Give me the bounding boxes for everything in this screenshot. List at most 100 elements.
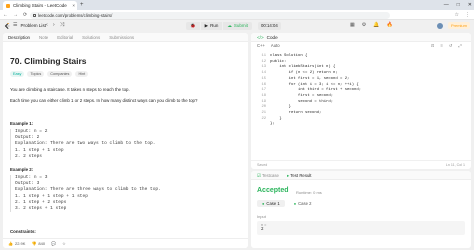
- difficulty-badge: Easy: [10, 71, 25, 77]
- case-1-tab[interactable]: ● Case 1: [257, 200, 285, 207]
- input-heading: Input: [257, 214, 266, 219]
- code-panel-header: </> Code: [251, 33, 471, 42]
- description-footer: 👍 22.9K 👎 840 💬 ☆: [3, 238, 248, 248]
- tab-submissions[interactable]: Submissions: [109, 33, 134, 41]
- star-icon: ☆: [62, 240, 66, 246]
- prev-problem-icon[interactable]: ‹: [46, 20, 48, 31]
- bookmark-star-icon[interactable]: ☆: [455, 10, 459, 20]
- close-window-icon[interactable]: ✕: [468, 0, 472, 10]
- run-submit-bar: 🐞 ▶ Run ☁ Submit: [186, 21, 252, 30]
- forward-icon[interactable]: →: [13, 10, 18, 20]
- browser-tab[interactable]: Climbing Stairs - LeetCode ×: [3, 1, 77, 10]
- topics-tag[interactable]: Topics: [27, 71, 45, 77]
- mode-select[interactable]: Auto: [271, 42, 280, 50]
- debug-button[interactable]: 🐞: [186, 21, 200, 30]
- browser-toolbar-icons: ☆ ⋮: [455, 10, 470, 20]
- problem-statement-1: You are climbing a staircase. It takes n…: [10, 87, 130, 92]
- code-toolbar-icons: ⊡ ≡ ↺ ⤢: [431, 42, 462, 50]
- tab-note[interactable]: Note: [39, 33, 48, 41]
- case-2-tab[interactable]: ● Case 2: [289, 200, 317, 207]
- minimize-icon[interactable]: —: [444, 0, 449, 10]
- settings-gear-icon[interactable]: ⚙: [362, 20, 366, 31]
- leetcode-logo-icon[interactable]: [4, 22, 10, 29]
- format-icon[interactable]: ≡: [441, 42, 443, 50]
- line-number: 11: [261, 54, 266, 58]
- code-line: for (int i = 3; i <= n; ++i) {: [270, 82, 359, 87]
- reload-icon[interactable]: ⟳: [23, 10, 27, 20]
- code-line: }: [270, 116, 282, 121]
- terminal-icon: ▸: [286, 173, 290, 178]
- code-line: }: [270, 105, 292, 110]
- line-number: 21: [261, 111, 266, 116]
- bug-icon: 🐞: [190, 22, 196, 28]
- like-button[interactable]: 👍 22.9K: [8, 239, 25, 248]
- code-panel-title: Code: [266, 35, 278, 40]
- back-icon[interactable]: ←: [3, 10, 8, 20]
- close-tab-icon[interactable]: ×: [72, 1, 75, 10]
- constraints-heading: Constraints:: [10, 229, 36, 234]
- run-button[interactable]: ▶ Run: [200, 21, 223, 30]
- submit-button[interactable]: ☁ Submit: [223, 21, 252, 30]
- line-number: 16: [261, 82, 266, 87]
- tab-testcase[interactable]: ☑ Testcase: [257, 171, 279, 179]
- code-line: class Solution {: [270, 54, 308, 58]
- timer-display[interactable]: 00:14:04: [258, 21, 281, 30]
- dislike-count: 840: [38, 240, 46, 246]
- leetcode-favicon-icon: [6, 3, 10, 8]
- example-line: Explanation: There are three ways to cli…: [15, 187, 161, 193]
- notification-bell-icon[interactable]: 🔔: [373, 20, 379, 31]
- url-text: leetcode.com/problems/climbing-stairs/: [38, 12, 113, 18]
- fullscreen-icon[interactable]: ⤢: [458, 42, 461, 50]
- line-number: 15: [261, 76, 266, 81]
- thumbs-up-icon: 👍: [8, 240, 13, 246]
- code-line: first = second;: [270, 93, 334, 98]
- maximize-icon[interactable]: □: [457, 0, 460, 10]
- reset-icon[interactable]: ↺: [449, 42, 453, 50]
- next-problem-icon[interactable]: ›: [53, 20, 55, 31]
- tab-test-result-label: Test Result: [290, 173, 312, 178]
- example-2-heading: Example 2:: [10, 167, 34, 172]
- editor-status-bar: Saved Ln 11, Col 1: [251, 160, 471, 169]
- new-tab-button[interactable]: +: [80, 1, 84, 10]
- thumbs-down-icon: 👎: [31, 240, 37, 246]
- cursor-position: Ln 11, Col 1: [445, 163, 465, 167]
- comments-button[interactable]: 💬: [51, 239, 56, 248]
- line-number: 14: [261, 71, 266, 76]
- language-select[interactable]: C++: [257, 42, 265, 50]
- browser-menu-icon[interactable]: ⋮: [465, 10, 470, 20]
- code-line: if (n <= 2) return n;: [270, 71, 338, 76]
- url-bar[interactable]: leetcode.com/problems/climbing-stairs/: [30, 11, 390, 19]
- code-icon: </>: [257, 35, 264, 40]
- companies-tag[interactable]: Companies: [47, 71, 73, 77]
- problem-tags: Easy Topics Companies Hint: [10, 71, 89, 77]
- tab-editorial[interactable]: Editorial: [57, 33, 73, 41]
- code-editor[interactable]: class Solution { public: int climbStairs…: [270, 54, 361, 128]
- favorite-button[interactable]: ☆: [62, 239, 66, 248]
- code-line: second = third;: [270, 99, 334, 104]
- hint-tag[interactable]: Hint: [75, 71, 89, 77]
- dislike-button[interactable]: 👎 840: [31, 239, 45, 248]
- case-label: Case 1: [266, 201, 280, 206]
- problem-title[interactable]: 70. Climbing Stairs: [10, 56, 87, 66]
- example-line: Output: 3: [15, 181, 40, 187]
- tab-testcase-label: Testcase: [261, 173, 279, 178]
- line-number: 13: [261, 65, 266, 70]
- runtime-label: Runtime: 0 ms: [296, 189, 322, 195]
- problem-nav: ‹ › ⤨: [46, 20, 64, 31]
- streak-fire-icon[interactable]: 🔥: [386, 20, 392, 31]
- avatar[interactable]: [437, 22, 443, 29]
- random-problem-icon[interactable]: ⤨: [60, 20, 64, 31]
- tab-solutions[interactable]: Solutions: [82, 33, 100, 41]
- code-panel: </> Code C++ Auto ⊡ ≡ ↺ ⤢ 11 12 13 14 15…: [251, 33, 471, 169]
- tab-description[interactable]: Description: [8, 33, 30, 41]
- description-panel: Description Note Editorial Solutions Sub…: [3, 33, 248, 248]
- comment-icon: 💬: [51, 240, 57, 246]
- layout-icon[interactable]: ▦: [350, 20, 355, 31]
- bookmark-icon[interactable]: ⊡: [431, 42, 435, 50]
- example-1-block: Input: n = 2 Output: 2 Explanation: Ther…: [10, 129, 155, 161]
- premium-button[interactable]: Premium: [448, 22, 470, 29]
- tab-test-result[interactable]: ▸ Test Result: [287, 171, 312, 179]
- pass-dot-icon: ●: [262, 201, 265, 206]
- line-number: 18: [261, 93, 266, 98]
- problem-list-button[interactable]: ☰ Problem List: [13, 20, 46, 31]
